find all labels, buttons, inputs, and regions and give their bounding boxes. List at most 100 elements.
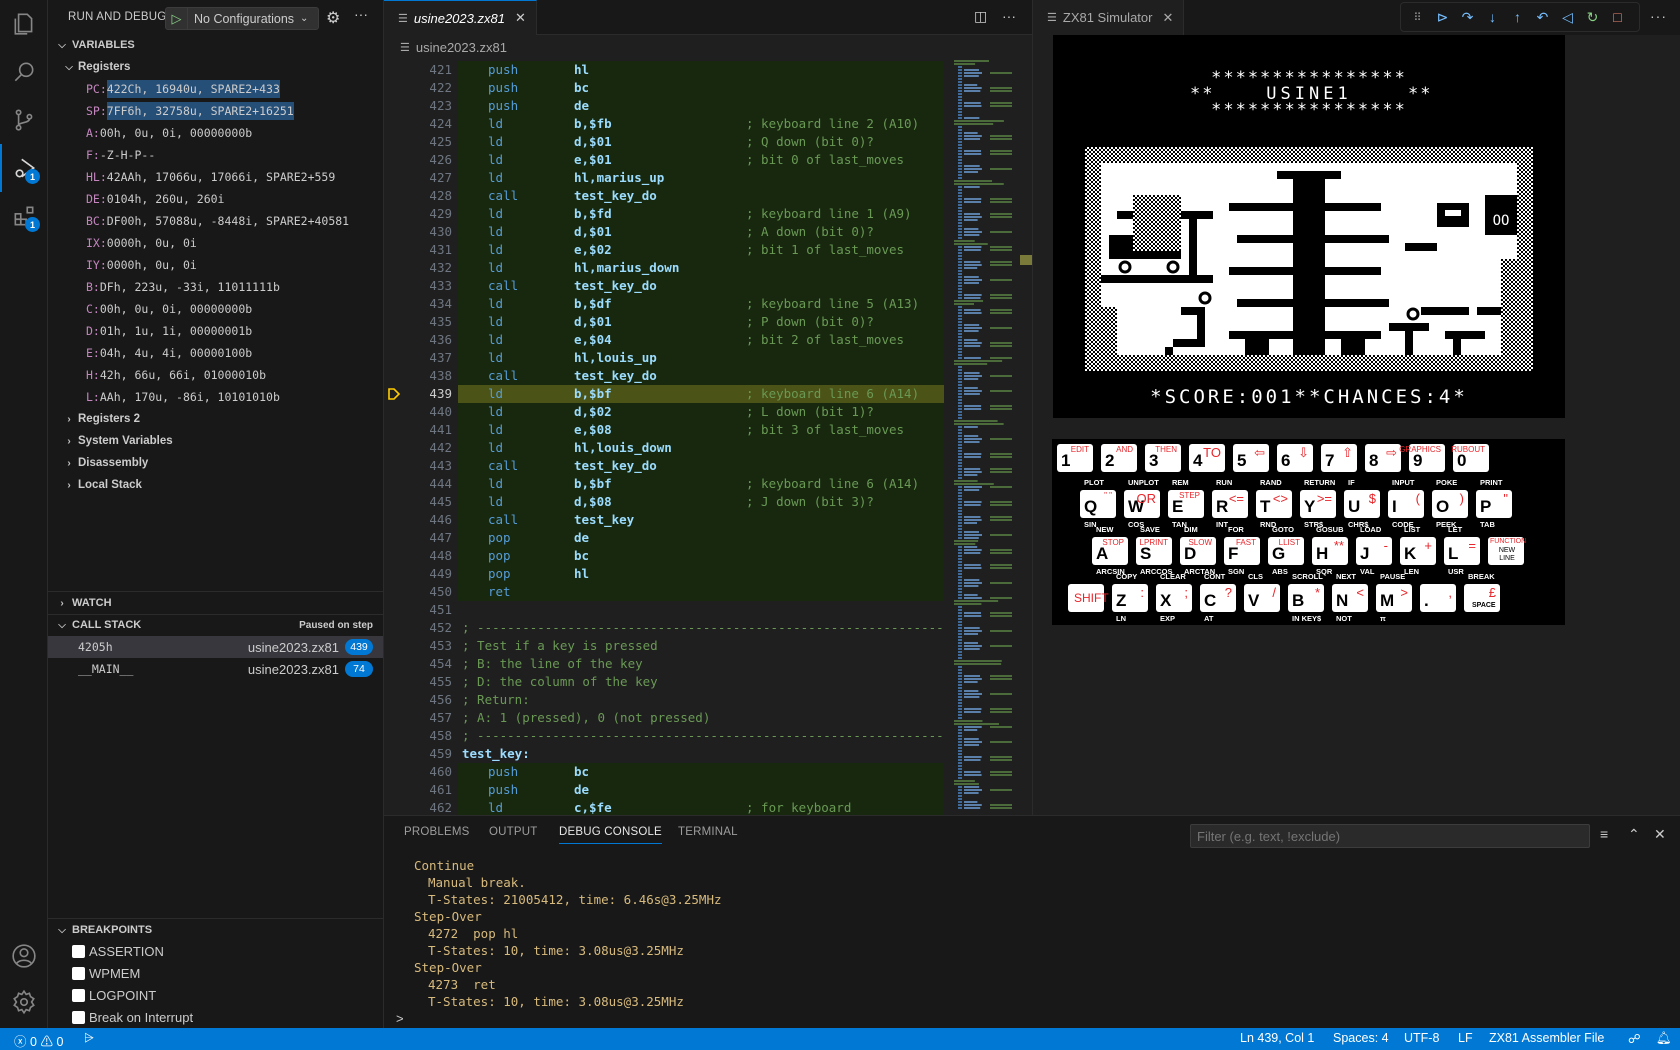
code-line[interactable]: 434 ld b,$df ; keyboard line 5 (A13) [384, 295, 944, 313]
manage-gear-icon[interactable] [0, 978, 48, 1026]
key-e[interactable]: E STEP [1168, 490, 1204, 518]
minimap[interactable] [950, 60, 1020, 815]
code-line[interactable]: 442 ld hl,louis_down [384, 439, 944, 457]
code-line[interactable]: 425 ld d,$01 ; Q down (bit 0)? [384, 133, 944, 151]
register-row[interactable]: HL: 42AAh, 17066u, 17066i, SPARE2+559 [86, 166, 335, 188]
extensions-icon[interactable]: 1 [0, 192, 48, 240]
key-j[interactable]: J- [1356, 537, 1392, 565]
registers2-group[interactable]: › Registers 2 [60, 408, 140, 430]
code-line[interactable]: 440 ld d,$02 ; L down (bit 1)? [384, 403, 944, 421]
key-o[interactable]: O) [1432, 490, 1468, 518]
code-line[interactable]: 422 push bc [384, 79, 944, 97]
problems-status[interactable]: ⓧ 0 ⚠ 0 [14, 1031, 63, 1050]
checkbox[interactable] [72, 966, 85, 980]
account-icon[interactable] [0, 932, 48, 980]
close-icon[interactable]: ✕ [1162, 10, 1173, 26]
console-filter-input[interactable] [1190, 824, 1590, 848]
source-control-icon[interactable] [0, 96, 48, 144]
code-line[interactable]: 459 test_key: [384, 745, 944, 763]
register-row[interactable]: D: 01h, 1u, 1i, 00000001b [86, 320, 252, 342]
register-row[interactable]: B: DFh, 223u, -33i, 11011111b [86, 276, 280, 298]
checkbox[interactable] [72, 944, 85, 958]
call-stack-frame[interactable]: __MAIN__ usine2023.zx81 74 [48, 658, 383, 680]
code-line[interactable]: 458 ; -----------------------------------… [384, 727, 944, 745]
breakpoint-break-on-interrupt[interactable]: Break on Interrupt [72, 1006, 193, 1028]
key-4[interactable]: 4 TO [1189, 444, 1225, 472]
code-line[interactable]: 462 ld c,$fe ; for keyboard [384, 799, 944, 815]
checkbox[interactable] [72, 988, 85, 1002]
debug-status-icon[interactable]: ⩥ [84, 1031, 94, 1046]
register-row[interactable]: A: 00h, 0u, 0i, 00000000b [86, 122, 252, 144]
key-v[interactable]: V / [1244, 584, 1280, 612]
scrollbar-thumb[interactable] [1020, 255, 1032, 265]
key-8[interactable]: 8 ⇨ [1365, 444, 1401, 472]
key-i[interactable]: I( [1388, 490, 1424, 518]
drag-handle-icon[interactable]: ⠿ [1405, 4, 1430, 30]
restart-icon[interactable]: ↻ [1580, 4, 1605, 30]
code-line[interactable]: 435 ld d,$01 ; P down (bit 0)? [384, 313, 944, 331]
code-line[interactable]: 426 ld e,$01 ; bit 0 of last_moves [384, 151, 944, 169]
key-new-line[interactable]: FUNCTION NEW LINE [1488, 537, 1526, 565]
code-line[interactable]: 427 ld hl,marius_up [384, 169, 944, 187]
tab-usine2023[interactable]: ☰ usine2023.zx81 ✕ [384, 0, 537, 35]
key-q[interactable]: Q " " [1080, 490, 1116, 518]
code-line[interactable]: 453 ; Test if a key is pressed [384, 637, 944, 655]
key-shift[interactable]: SHIFT [1068, 584, 1109, 612]
code-line[interactable]: 447 pop de [384, 529, 944, 547]
continue-icon[interactable]: ⊳ [1430, 4, 1455, 30]
step-out-icon[interactable]: ↑ [1505, 4, 1530, 30]
code-line[interactable]: 444 ld b,$bf ; keyboard line 6 (A14) [384, 475, 944, 493]
tab-terminal[interactable]: TERMINAL [678, 826, 738, 838]
key-s[interactable]: S LPRINT [1136, 537, 1172, 565]
code-line[interactable]: 423 push de [384, 97, 944, 115]
more-actions-icon[interactable]: ··· [1650, 8, 1667, 24]
breakpoint-logpoint[interactable]: LOGPOINT [72, 984, 156, 1006]
key-m[interactable]: M > [1376, 584, 1412, 612]
reverse-continue-icon[interactable]: ◁ [1555, 4, 1580, 30]
code-line[interactable]: 439 ld b,$bf ; keyboard line 6 (A14) [384, 385, 944, 403]
code-line[interactable]: 454 ; B: the line of the key [384, 655, 944, 673]
code-line[interactable]: 443 call test_key_do [384, 457, 944, 475]
call-stack-section-header[interactable]: ⌵ CALL STACK Paused on step [48, 614, 383, 636]
code-line[interactable]: 455 ; D: the column of the key [384, 673, 944, 691]
key-y[interactable]: Y >= [1300, 490, 1336, 518]
key-6[interactable]: 6 ⇩ [1277, 444, 1313, 472]
register-row[interactable]: SP: 7FF6h, 32758u, SPARE2+16251 [86, 100, 294, 122]
code-line[interactable]: 428 call test_key_do [384, 187, 944, 205]
code-line[interactable]: 438 call test_key_do [384, 367, 944, 385]
key-g[interactable]: G LLIST [1268, 537, 1304, 565]
register-row[interactable]: DE: 0104h, 260u, 260i [86, 188, 224, 210]
code-area[interactable]: 421 push hl 422 push bc 423 push de 424 ld b,$fb ; k… [384, 60, 944, 815]
key-f[interactable]: F FAST [1224, 537, 1260, 565]
key-r[interactable]: R <= [1212, 490, 1248, 518]
code-line[interactable]: 431 ld e,$02 ; bit 1 of last_moves [384, 241, 944, 259]
code-line[interactable]: 446 call test_key [384, 511, 944, 529]
register-row[interactable]: L: AAh, 170u, -86i, 10101010b [86, 386, 280, 408]
registers-group[interactable]: ⌵ Registers [60, 56, 130, 78]
breakpoints-section-header[interactable]: ⌵ BREAKPOINTS [48, 919, 383, 941]
code-line[interactable]: 449 pop hl [384, 565, 944, 583]
more-actions-icon[interactable]: ··· [1002, 8, 1016, 24]
code-line[interactable]: 432 ld hl,marius_down [384, 259, 944, 277]
code-line[interactable]: 424 ld b,$fb ; keyboard line 2 (A10) [384, 115, 944, 133]
key-z[interactable]: Z: [1112, 584, 1148, 612]
register-row[interactable]: C: 00h, 0u, 0i, 00000000b [86, 298, 252, 320]
checkbox[interactable] [72, 1010, 85, 1024]
key-c[interactable]: C? [1200, 584, 1236, 612]
run-debug-icon[interactable]: 1 [0, 144, 48, 192]
key-u[interactable]: U $ [1344, 490, 1380, 518]
debug-settings-gear-icon[interactable]: ⚙ [326, 8, 340, 28]
key-d[interactable]: D SLOW [1180, 537, 1216, 565]
code-line[interactable]: 441 ld e,$08 ; bit 3 of last_moves [384, 421, 944, 439]
key-3[interactable]: 3 THEN [1145, 444, 1181, 472]
code-line[interactable]: 451 [384, 601, 944, 619]
key-0[interactable]: 0 RUBOUT [1451, 444, 1489, 472]
key-t[interactable]: T <> [1256, 490, 1292, 518]
close-panel-icon[interactable]: ✕ [1654, 826, 1666, 843]
feedback-icon[interactable]: ☍ [1628, 1031, 1641, 1046]
key-5[interactable]: 5 ⇦ [1233, 444, 1269, 472]
register-row[interactable]: F: -Z-H-P-- [86, 144, 155, 166]
code-line[interactable]: 433 call test_key_do [384, 277, 944, 295]
console-prompt-icon[interactable]: > [396, 1011, 404, 1026]
eol[interactable]: LF [1458, 1031, 1473, 1045]
